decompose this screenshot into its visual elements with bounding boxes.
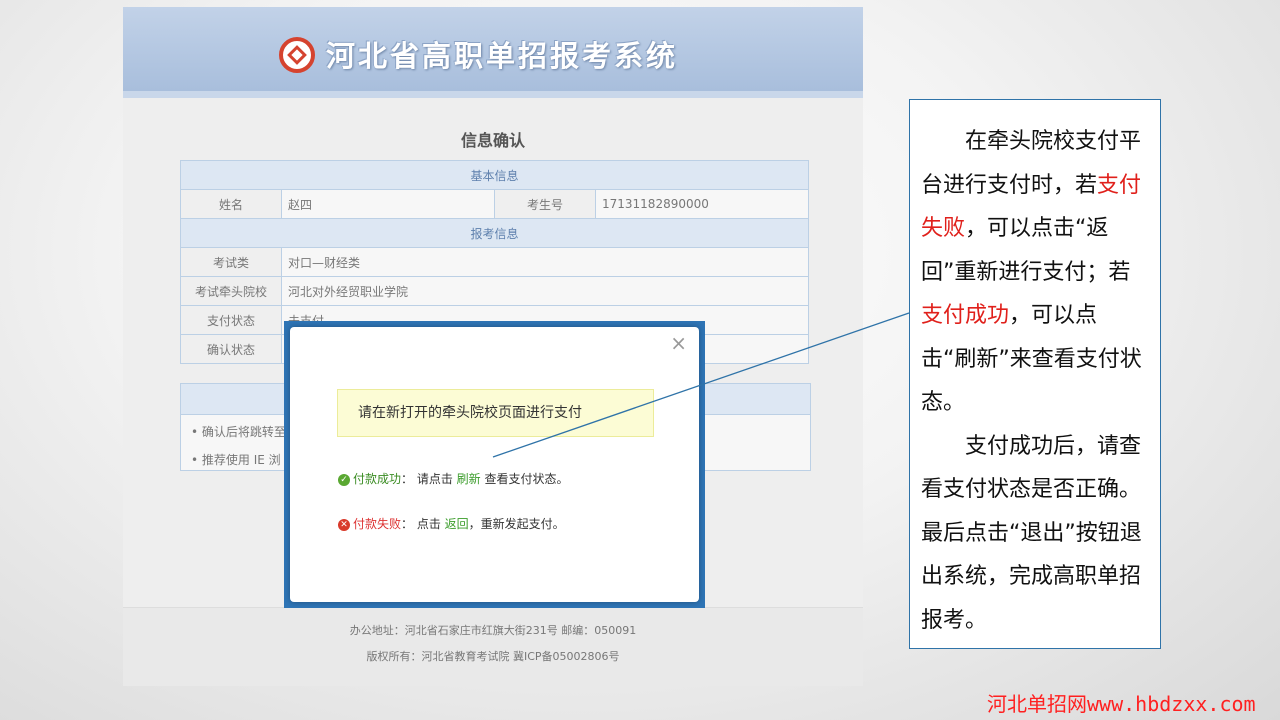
page-title: 信息确认 [460,131,525,150]
refresh-link[interactable]: 刷新 [457,472,481,486]
success-text: ： 请点击 [401,472,457,486]
callout-highlight-success: 支付成功 [921,303,1010,328]
back-link[interactable]: 返回 [445,517,469,531]
exam-no-label: 考生号 [494,189,596,219]
section-basic-info: 基本信息 [180,160,809,190]
watermark: 河北单招网www.hbdzxx.com [987,692,1256,716]
site-footer: 办公地址：河北省石家庄市红旗大街231号 邮编：050091 版权所有：河北省教… [123,607,863,686]
check-circle-icon: ✓ [338,473,350,486]
callout-paragraph-2: 支付成功后，请查看支付状态是否正确。最后点击“退出”按钮退出系统，完成高职单招报… [921,425,1148,643]
payment-success-line: ✓ 付款成功： 请点击 刷新 查看支付状态。 [338,470,569,487]
footer-address: 办公地址：河北省石家庄市红旗大街231号 邮编：050091 [349,624,637,637]
callout-paragraph-1: 在牵头院校支付平台进行支付时，若支付失败，可以点击“返回”重新进行支付；若支付成… [921,120,1148,425]
school-label: 考试牵头院校 [180,276,282,306]
payment-fail-line: ✕ 付款失败： 点击 返回，重新发起支付。 [338,515,565,532]
school-value: 河北对外经贸职业学院 [281,276,809,306]
payment-notice: 请在新打开的牵头院校页面进行支付 [337,389,654,437]
name-value: 赵四 [281,189,495,219]
fail-text-2: ，重新发起支付。 [468,517,565,531]
logo-icon [279,37,315,73]
fail-text: ： 点击 [401,517,445,531]
exam-type-value: 对口—财经类 [281,247,809,277]
confirm-status-label: 确认状态 [180,334,282,364]
close-icon[interactable]: × [670,331,687,355]
success-text-2: 查看支付状态。 [480,472,569,486]
pay-status-label: 支付状态 [180,305,282,335]
instruction-callout: 在牵头院校支付平台进行支付时，若支付失败，可以点击“返回”重新进行支付；若支付成… [909,99,1161,649]
system-title: 河北省高职单招报考系统 [326,39,679,73]
error-circle-icon: ✕ [338,518,350,531]
exam-type-label: 考试类 [180,247,282,277]
header-divider [123,91,863,98]
payment-dialog: × 请在新打开的牵头院校页面进行支付 ✓ 付款成功： 请点击 刷新 查看支付状态。… [290,327,699,602]
callout-text: 支付成功后，请查看支付状态是否正确。最后点击“退出”按钮退出系统，完成高职单招报… [921,433,1142,633]
success-label: 付款成功 [353,472,402,486]
name-label: 姓名 [180,189,282,219]
site-header: 河北省高职单招报考系统 [123,7,863,91]
footer-copyright: 版权所有：河北省教育考试院 冀ICP备05002806号 [366,650,620,663]
exam-no-value: 17131182890000 [595,189,809,219]
dialog-highlight-frame: × 请在新打开的牵头院校页面进行支付 ✓ 付款成功： 请点击 刷新 查看支付状态。… [284,321,705,608]
fail-label: 付款失败 [353,517,402,531]
section-apply-info: 报考信息 [180,218,809,248]
